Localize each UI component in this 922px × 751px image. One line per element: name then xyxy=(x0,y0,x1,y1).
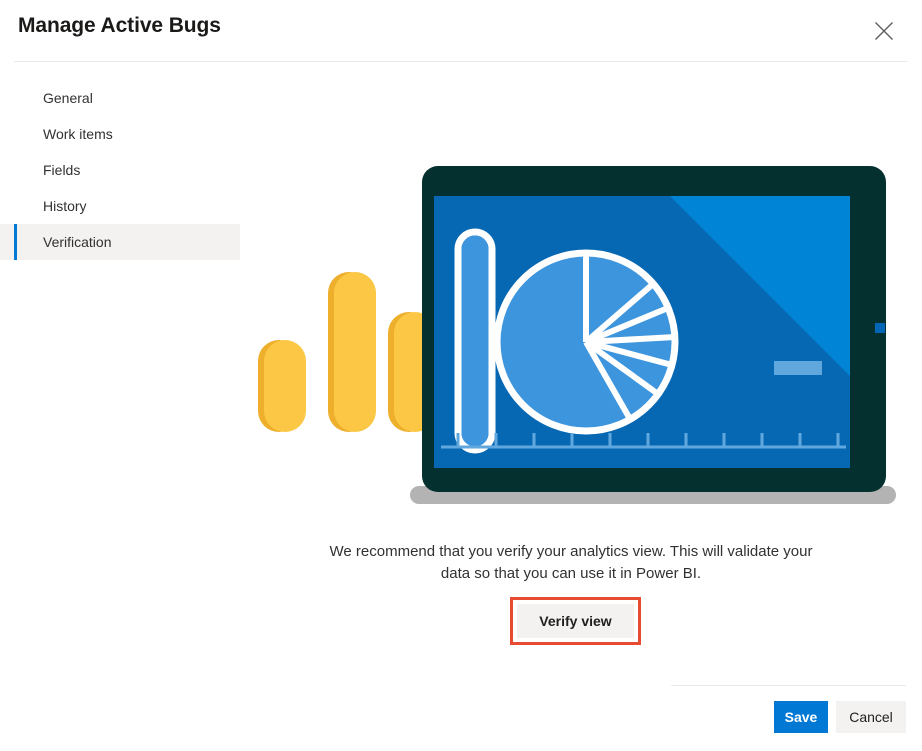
screen-vertical-bar xyxy=(454,228,496,454)
cancel-button[interactable]: Cancel xyxy=(836,701,906,733)
close-icon[interactable] xyxy=(862,10,906,52)
sidebar-item-label: Fields xyxy=(43,162,81,178)
sidebar-item-general[interactable]: General xyxy=(0,80,240,116)
dialog-footer: Save Cancel xyxy=(0,701,922,751)
sidebar-item-label: Work items xyxy=(43,126,113,142)
tablet-screen xyxy=(434,196,850,468)
verify-view-highlight: Verify view xyxy=(510,597,641,645)
sidebar-item-work-items[interactable]: Work items xyxy=(0,116,240,152)
tablet-side-button xyxy=(875,323,885,333)
sidebar-item-history[interactable]: History xyxy=(0,188,240,224)
verify-view-button[interactable]: Verify view xyxy=(517,604,634,638)
settings-nav: General Work items Fields History Verifi… xyxy=(0,80,240,260)
footer-divider xyxy=(671,685,906,686)
sidebar-item-label: History xyxy=(43,198,87,214)
page-title: Manage Active Bugs xyxy=(18,14,221,37)
sidebar-item-verification[interactable]: Verification xyxy=(0,224,240,260)
sidebar-item-label: General xyxy=(43,90,93,106)
screen-pie-chart xyxy=(493,249,679,435)
manage-active-bugs-dialog: Manage Active Bugs General Work items Fi… xyxy=(0,0,922,751)
sidebar-item-label: Verification xyxy=(43,234,112,250)
analytics-tablet-illustration xyxy=(246,160,906,510)
verification-description: We recommend that you verify your analyt… xyxy=(329,543,813,582)
sidebar-item-fields[interactable]: Fields xyxy=(0,152,240,188)
yellow-bars-group xyxy=(258,272,436,432)
header-divider xyxy=(14,61,908,62)
screen-legend-bar xyxy=(774,361,822,375)
save-button[interactable]: Save xyxy=(774,701,828,733)
dialog-header: Manage Active Bugs xyxy=(0,0,922,62)
